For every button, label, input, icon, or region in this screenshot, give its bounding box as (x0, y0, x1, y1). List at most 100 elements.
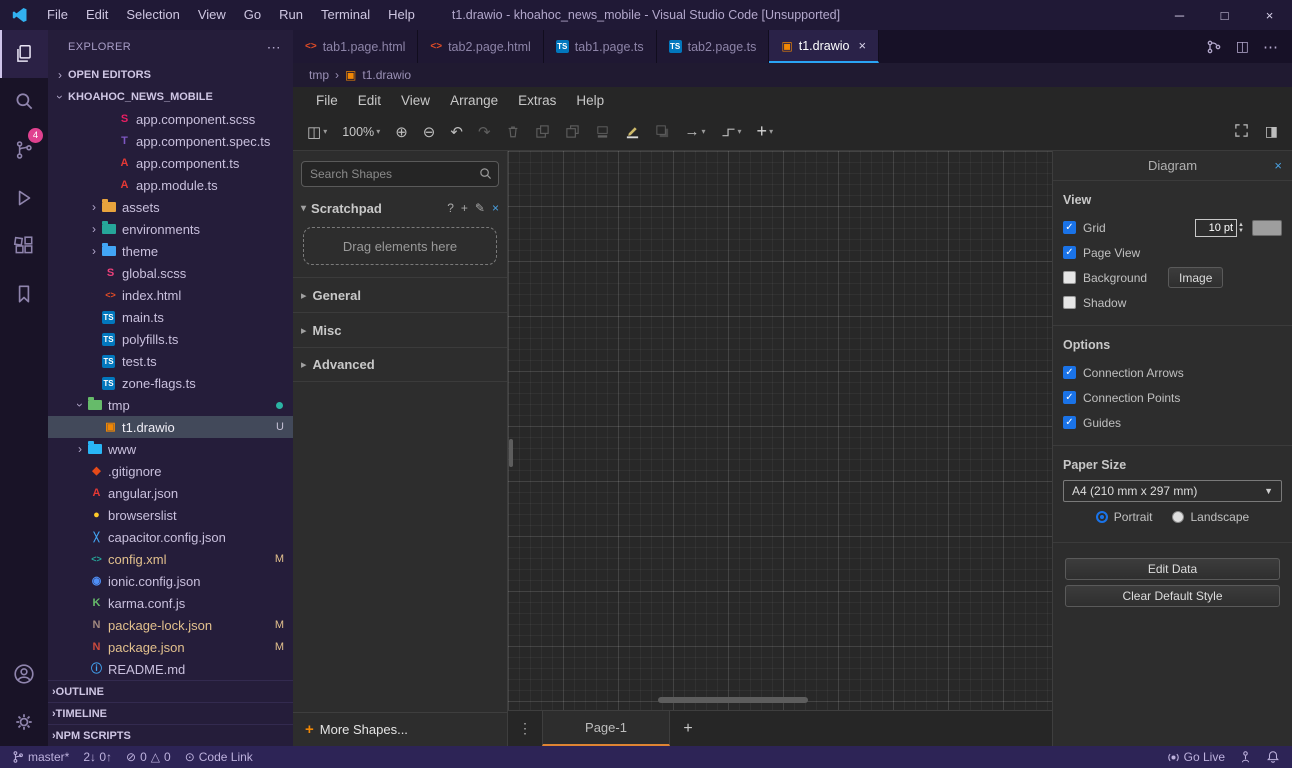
tab-tab2.page.html[interactable]: <> tab2.page.html (418, 30, 544, 63)
sidebar-section-npm-scripts[interactable]: › NPM SCRIPTS (48, 724, 293, 746)
scratchpad-add-icon[interactable]: + (461, 201, 468, 215)
live-share-icon[interactable] (1239, 750, 1252, 764)
to-back-icon[interactable] (565, 124, 580, 139)
image-button[interactable]: Image (1168, 267, 1224, 288)
drawio-menu-edit[interactable]: Edit (349, 93, 390, 108)
extensions-icon[interactable] (0, 222, 48, 270)
tree-item-www[interactable]: › www (48, 438, 293, 460)
tree-item-.gitignore[interactable]: ◆ .gitignore (48, 460, 293, 482)
checkbox-connection-arrows[interactable]: ✓ (1063, 366, 1076, 379)
git-graph-icon[interactable] (1206, 39, 1222, 55)
open-editors-section[interactable]: › OPEN EDITORS (48, 64, 293, 86)
tab-tab1.page.html[interactable]: <> tab1.page.html (293, 30, 419, 63)
drawio-menu-file[interactable]: File (307, 93, 347, 108)
fill-color-icon[interactable] (595, 124, 610, 139)
minimize-button[interactable]: ─ (1157, 0, 1202, 30)
scratchpad-close-icon[interactable]: × (492, 201, 499, 215)
tree-item-test.ts[interactable]: TS test.ts (48, 350, 293, 372)
tree-item-t1.drawio[interactable]: ▣ t1.drawio U (48, 416, 293, 438)
tree-item-README.md[interactable]: ⓘ README.md (48, 658, 293, 680)
more-shapes-button[interactable]: + More Shapes... (293, 712, 507, 746)
sidebar-more-icon[interactable]: ⋯ (267, 39, 281, 56)
menu-item-selection[interactable]: Selection (117, 0, 188, 30)
checkbox-guides[interactable]: ✓ (1063, 416, 1076, 429)
account-icon[interactable] (0, 650, 48, 698)
go-live-item[interactable]: Go Live (1167, 750, 1225, 764)
code-link-item[interactable]: ⊙ Code Link (185, 750, 253, 764)
pages-menu-icon[interactable]: ⋮ (508, 711, 542, 746)
tree-item-index.html[interactable]: <> index.html (48, 284, 293, 306)
undo-icon[interactable]: ↶ (450, 123, 463, 141)
grid-color-swatch[interactable] (1252, 219, 1282, 236)
breadcrumb-file[interactable]: t1.drawio (362, 68, 411, 82)
zoom-select[interactable]: 100% ▾ (342, 125, 380, 139)
shape-section-misc[interactable]: ▸ Misc (293, 312, 507, 347)
bell-icon[interactable] (1266, 750, 1280, 764)
tree-item-package-lock.json[interactable]: Npackage-lock.json M (48, 614, 293, 636)
menu-item-edit[interactable]: Edit (77, 0, 117, 30)
tree-item-assets[interactable]: › assets (48, 196, 293, 218)
tree-item-app.module.ts[interactable]: Aapp.module.ts (48, 174, 293, 196)
format-panel-toggle-icon[interactable]: ◨ (1265, 123, 1278, 140)
tree-item-app.component.ts[interactable]: Aapp.component.ts (48, 152, 293, 174)
run-debug-icon[interactable] (0, 174, 48, 222)
menu-item-go[interactable]: Go (235, 0, 270, 30)
edit-data-button[interactable]: Edit Data (1065, 558, 1280, 580)
breadcrumb-folder[interactable]: tmp (309, 68, 329, 82)
scratchpad-dropzone[interactable]: Drag elements here (303, 227, 497, 265)
shadow-icon[interactable] (655, 124, 670, 139)
vertical-scrollbar[interactable] (509, 439, 513, 467)
breadcrumb[interactable]: tmp › ▣ t1.drawio (293, 63, 1292, 87)
redo-icon[interactable]: ↷ (478, 123, 491, 141)
tree-item-global.scss[interactable]: Sglobal.scss (48, 262, 293, 284)
portrait-radio[interactable] (1095, 511, 1108, 523)
menu-item-file[interactable]: File (38, 0, 77, 30)
zoom-out-icon[interactable]: ⊖ (423, 123, 436, 141)
tree-item-capacitor.config.json[interactable]: ╳ capacitor.config.json (48, 526, 293, 548)
explorer-icon[interactable] (0, 30, 48, 78)
tree-item-ionic.config.json[interactable]: ◉ ionic.config.json (48, 570, 293, 592)
sidebar-section-timeline[interactable]: › TIMELINE (48, 702, 293, 724)
to-front-icon[interactable] (535, 124, 550, 139)
source-control-icon[interactable]: 4 (0, 126, 48, 174)
shape-section-advanced[interactable]: ▸ Advanced (293, 347, 507, 382)
menu-item-view[interactable]: View (189, 0, 235, 30)
format-close-icon[interactable]: × (1274, 158, 1282, 173)
page-tab[interactable]: Page-1 (542, 711, 670, 746)
shape-section-general[interactable]: ▸ General (293, 277, 507, 312)
shape-search-input[interactable] (301, 161, 499, 187)
split-editor-icon[interactable]: ◫ (1236, 38, 1249, 55)
tree-item-browserslist[interactable]: ● browserslist (48, 504, 293, 526)
problems-item[interactable]: ⊘ 0 △ 0 (126, 750, 171, 764)
fullscreen-icon[interactable] (1234, 123, 1249, 140)
drawio-menu-extras[interactable]: Extras (509, 93, 565, 108)
connection-tool[interactable]: → ▾ (685, 123, 706, 140)
scratchpad-edit-icon[interactable]: ✎ (475, 201, 485, 215)
tree-item-config.xml[interactable]: <> config.xml M (48, 548, 293, 570)
add-page-button[interactable]: + (670, 711, 706, 746)
scratchpad-header[interactable]: ▾ Scratchpad ? + ✎ × (293, 193, 507, 223)
page-view-checkbox[interactable]: ✓ (1063, 246, 1076, 259)
tree-item-app.component.spec.ts[interactable]: Tapp.component.spec.ts (48, 130, 293, 152)
tree-item-package.json[interactable]: Npackage.json M (48, 636, 293, 658)
paper-size-select[interactable]: A4 (210 mm x 297 mm) ▼ (1063, 480, 1282, 502)
project-root[interactable]: › KHOAHOC_NEWS_MOBILE (48, 86, 293, 108)
sync-item[interactable]: 2↓ 0↑ (83, 750, 112, 764)
checkbox-connection-points[interactable]: ✓ (1063, 391, 1076, 404)
grid-checkbox[interactable]: ✓ (1063, 221, 1076, 234)
sidebar-section-outline[interactable]: › OUTLINE (48, 680, 293, 702)
menu-item-terminal[interactable]: Terminal (312, 0, 379, 30)
tree-item-zone-flags.ts[interactable]: TS zone-flags.ts (48, 372, 293, 394)
bookmarks-icon[interactable] (0, 270, 48, 318)
drawio-menu-help[interactable]: Help (567, 93, 613, 108)
close-button[interactable]: × (1247, 0, 1292, 30)
horizontal-scrollbar[interactable] (658, 697, 808, 703)
maximize-button[interactable]: □ (1202, 0, 1247, 30)
grid-size-input[interactable] (1195, 218, 1238, 237)
drawio-menu-view[interactable]: View (392, 93, 439, 108)
tab-tab2.page.ts[interactable]: TS tab2.page.ts (656, 30, 770, 63)
drawio-menu-arrange[interactable]: Arrange (441, 93, 507, 108)
tree-item-main.ts[interactable]: TS main.ts (48, 306, 293, 328)
insert-tool[interactable]: + ▾ (757, 121, 774, 142)
diagram-canvas[interactable] (508, 151, 1052, 710)
